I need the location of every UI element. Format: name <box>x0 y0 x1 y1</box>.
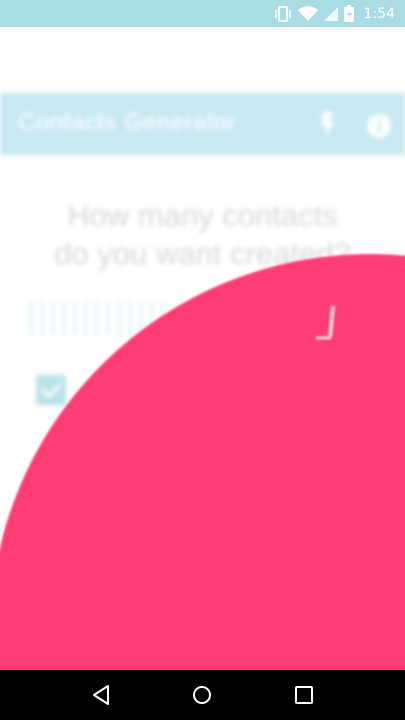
info-icon[interactable] <box>366 113 392 139</box>
loading-indicator-icon <box>316 305 335 340</box>
home-icon[interactable] <box>191 684 213 706</box>
status-bar: 1:54 <box>0 0 405 27</box>
navigation-bar <box>0 670 405 720</box>
app-bar: Contacts Generator <box>0 93 405 155</box>
flash-icon[interactable] <box>313 109 343 139</box>
wifi-icon <box>297 5 318 21</box>
back-icon[interactable] <box>90 684 112 706</box>
vibrate-icon <box>274 5 291 22</box>
recents-icon[interactable] <box>293 684 315 706</box>
circular-reveal-overlay <box>0 226 405 670</box>
app-title: Contacts Generator <box>18 109 237 136</box>
status-time: 1:54 <box>363 5 395 22</box>
battery-icon <box>343 5 354 22</box>
signal-icon <box>323 6 338 21</box>
